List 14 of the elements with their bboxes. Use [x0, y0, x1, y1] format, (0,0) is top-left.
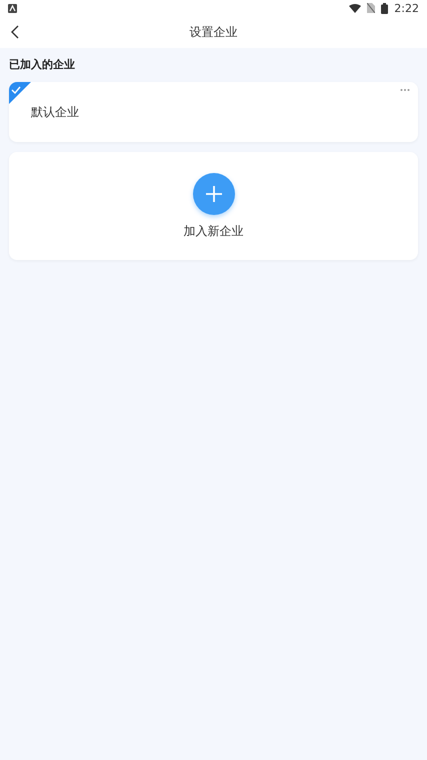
- plus-icon: [204, 184, 222, 202]
- company-name: 默认企业: [31, 104, 79, 120]
- company-card[interactable]: 默认企业: [9, 82, 418, 142]
- clock-time: 2:22: [394, 2, 419, 14]
- wifi-icon: [349, 4, 362, 12]
- add-button[interactable]: [192, 172, 234, 214]
- notification-icon: [8, 4, 17, 12]
- section-title: 已加入的企业: [9, 57, 76, 72]
- battery-icon: [381, 2, 388, 14]
- page-title: 设置企业: [190, 24, 238, 40]
- add-company-label: 加入新企业: [184, 222, 244, 240]
- more-icon[interactable]: [400, 88, 410, 92]
- no-sim-icon: [367, 3, 376, 13]
- selected-check-icon: [9, 82, 31, 104]
